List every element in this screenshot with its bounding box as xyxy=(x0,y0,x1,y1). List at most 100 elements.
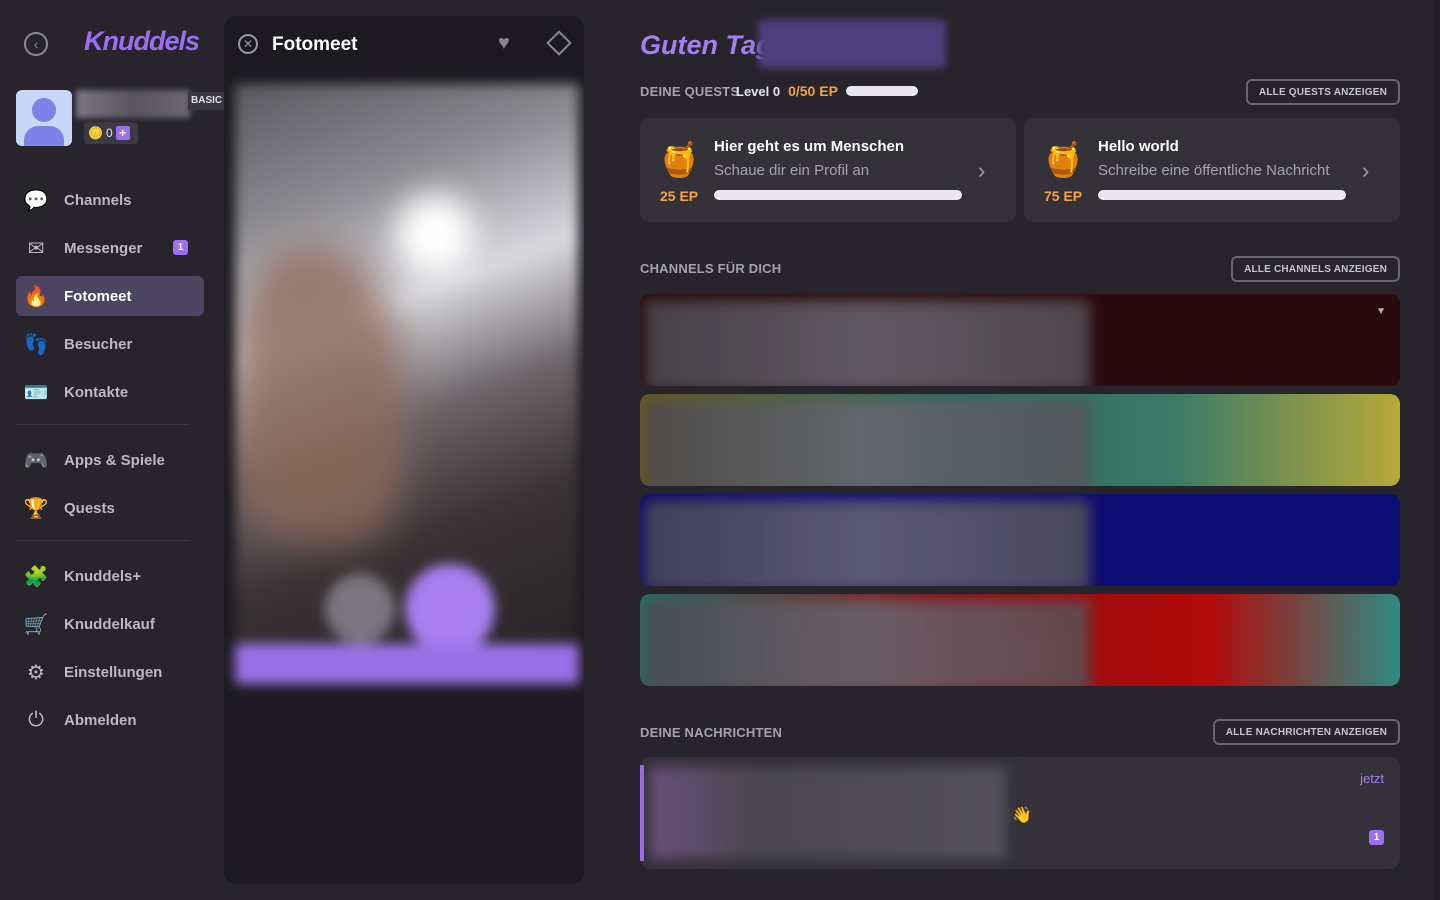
messages-section-label: DEINE NACHRICHTEN xyxy=(640,725,783,740)
greeting-name-redacted xyxy=(758,20,946,68)
fotomeet-photo-blurred[interactable] xyxy=(235,84,579,684)
sidebar-item-label: Knuddelkauf xyxy=(64,615,155,633)
fotomeet-title: Fotomeet xyxy=(272,34,358,55)
power-icon: ⏻ xyxy=(28,708,44,731)
all-messages-button[interactable]: ALLE NACHRICHTEN ANZEIGEN xyxy=(1212,719,1400,745)
message-time: jetzt xyxy=(1360,771,1384,786)
quest-level: Level 0 xyxy=(736,83,781,99)
matches-hearts-icon[interactable]: ♥ xyxy=(498,32,510,55)
messenger-unread-badge: 1 xyxy=(173,240,188,255)
sidebar-item-label: Quests xyxy=(64,499,115,517)
quest-ep: 0/50 EP xyxy=(788,83,838,99)
quest-level-meta: Level 0 0/50 EP xyxy=(736,83,918,99)
main-content: Guten Tag, DEINE QUESTS Level 0 0/50 EP … xyxy=(640,0,1400,900)
channel-card-redacted xyxy=(644,400,1090,486)
puzzle-plus-icon: 🧩 xyxy=(23,565,49,588)
sidebar-item-label: Messenger xyxy=(64,239,143,257)
channel-card[interactable] xyxy=(640,594,1400,686)
gear-icon: ⚙ xyxy=(27,661,45,684)
knuddels-logo[interactable]: Knuddels xyxy=(84,26,200,57)
quest-card-title: Hello world xyxy=(1098,138,1179,155)
quest-card-progress xyxy=(714,190,962,200)
sidebar-divider xyxy=(16,540,188,541)
dislike-button[interactable] xyxy=(325,574,395,644)
sidebar-item-label: Einstellungen xyxy=(64,663,163,681)
channel-card-redacted xyxy=(644,300,1090,386)
sidebar-item-apps-spiele[interactable]: 🎮 Apps & Spiele xyxy=(16,440,204,480)
channel-card-redacted xyxy=(644,600,1090,686)
sidebar: ‹ Knuddels BASIC 🪙 0 + 💬 Channels ✉ Mess… xyxy=(0,0,226,900)
quest-card[interactable]: 🍯 75 EP Hello world Schreibe eine öffent… xyxy=(1024,118,1400,222)
flame-icon: 🔥 xyxy=(23,285,49,308)
gold-pot-icon: 🍯 xyxy=(658,141,701,179)
sidebar-item-kontakte[interactable]: 🪪 Kontakte xyxy=(16,372,204,412)
sidebar-item-label: Knuddels+ xyxy=(64,567,142,585)
envelope-icon: ✉ xyxy=(27,237,45,260)
chevron-right-icon[interactable]: › xyxy=(978,158,985,184)
chevron-down-icon[interactable]: ▼ xyxy=(1376,306,1386,317)
coins-chip[interactable]: 🪙 0 + xyxy=(84,122,138,144)
fotomeet-header: ✕ Fotomeet ♥ xyxy=(224,16,584,84)
sidebar-item-fotomeet[interactable]: 🔥 Fotomeet xyxy=(16,276,204,316)
sidebar-item-besucher[interactable]: 👣 Besucher xyxy=(16,324,204,364)
quests-section-label: DEINE QUESTS xyxy=(640,84,740,99)
photo-light-spot xyxy=(395,194,475,274)
coins-icon: 🪙 xyxy=(88,126,103,140)
gamepad-icon: 🎮 xyxy=(23,449,49,472)
gold-pot-icon: 🍯 xyxy=(1042,141,1085,179)
sidebar-item-channels[interactable]: 💬 Channels xyxy=(16,180,204,220)
visitors-icon: 👣 xyxy=(23,333,49,356)
back-chevron-icon[interactable]: ‹ xyxy=(24,32,48,56)
add-coins-button[interactable]: + xyxy=(115,126,130,140)
sidebar-item-label: Kontakte xyxy=(64,383,129,401)
avatar-body xyxy=(24,126,64,146)
membership-badge: BASIC xyxy=(188,92,226,110)
like-button[interactable] xyxy=(405,564,495,654)
quest-card-progress xyxy=(1098,190,1346,200)
close-icon[interactable]: ✕ xyxy=(238,34,258,54)
boost-diamond-icon[interactable] xyxy=(546,30,572,56)
avatar-head xyxy=(32,98,56,122)
sidebar-item-label: Apps & Spiele xyxy=(64,451,165,469)
chat-bubble-icon: 💬 xyxy=(23,189,49,212)
quest-card-desc: Schaue dir ein Profil an xyxy=(714,162,870,179)
sidebar-item-einstellungen[interactable]: ⚙ Einstellungen xyxy=(16,652,204,692)
chevron-right-icon[interactable]: › xyxy=(1362,158,1369,184)
quest-card-title: Hier geht es um Menschen xyxy=(714,138,905,155)
channel-card[interactable] xyxy=(640,394,1400,486)
photo-action-bar[interactable] xyxy=(235,644,579,684)
quest-card-desc: Schreibe eine öffentliche Nachricht xyxy=(1098,162,1330,179)
channel-card[interactable] xyxy=(640,494,1400,586)
shopping-cart-icon: 🛒 xyxy=(23,613,49,636)
sidebar-item-knuddels-plus[interactable]: 🧩 Knuddels+ xyxy=(16,556,204,596)
quest-card-ep: 25 EP xyxy=(660,188,699,204)
contacts-card-icon: 🪪 xyxy=(23,381,49,404)
trophy-icon: 🏆 xyxy=(23,497,49,520)
sidebar-item-label: Fotomeet xyxy=(64,287,132,305)
sidebar-item-abmelden[interactable]: ⏻ Abmelden xyxy=(16,700,204,740)
all-channels-button[interactable]: ALLE CHANNELS ANZEIGEN xyxy=(1231,256,1400,282)
message-unread-badge: 1 xyxy=(1369,830,1384,845)
sidebar-item-knuddelkauf[interactable]: 🛒 Knuddelkauf xyxy=(16,604,204,644)
quest-card-ep: 75 EP xyxy=(1044,188,1083,204)
sidebar-item-messenger[interactable]: ✉ Messenger 1 xyxy=(16,228,204,268)
channels-section-label: CHANNELS FÜR DICH xyxy=(640,261,782,276)
sidebar-item-label: Abmelden xyxy=(64,711,137,729)
message-emoji: 👋 xyxy=(1012,807,1032,824)
coins-count: 0 xyxy=(105,126,113,140)
sidebar-item-label: Channels xyxy=(64,191,132,209)
channel-card[interactable]: ▼ xyxy=(640,294,1400,386)
sidebar-divider xyxy=(16,424,188,425)
all-quests-button[interactable]: ALLE QUESTS ANZEIGEN xyxy=(1245,79,1400,105)
message-item[interactable]: 👋 jetzt 1 xyxy=(640,757,1400,869)
fotomeet-panel: ✕ Fotomeet ♥ xyxy=(224,16,584,884)
unread-stripe xyxy=(640,765,644,861)
username-redacted[interactable] xyxy=(76,90,190,118)
sidebar-item-label: Besucher xyxy=(64,335,133,353)
message-preview-redacted xyxy=(650,767,1006,859)
sidebar-item-quests[interactable]: 🏆 Quests xyxy=(16,488,204,528)
quest-card[interactable]: 🍯 25 EP Hier geht es um Menschen Schaue … xyxy=(640,118,1016,222)
avatar[interactable] xyxy=(16,90,72,146)
scrollbar[interactable] xyxy=(1434,0,1440,900)
photo-person-area xyxy=(235,244,405,544)
